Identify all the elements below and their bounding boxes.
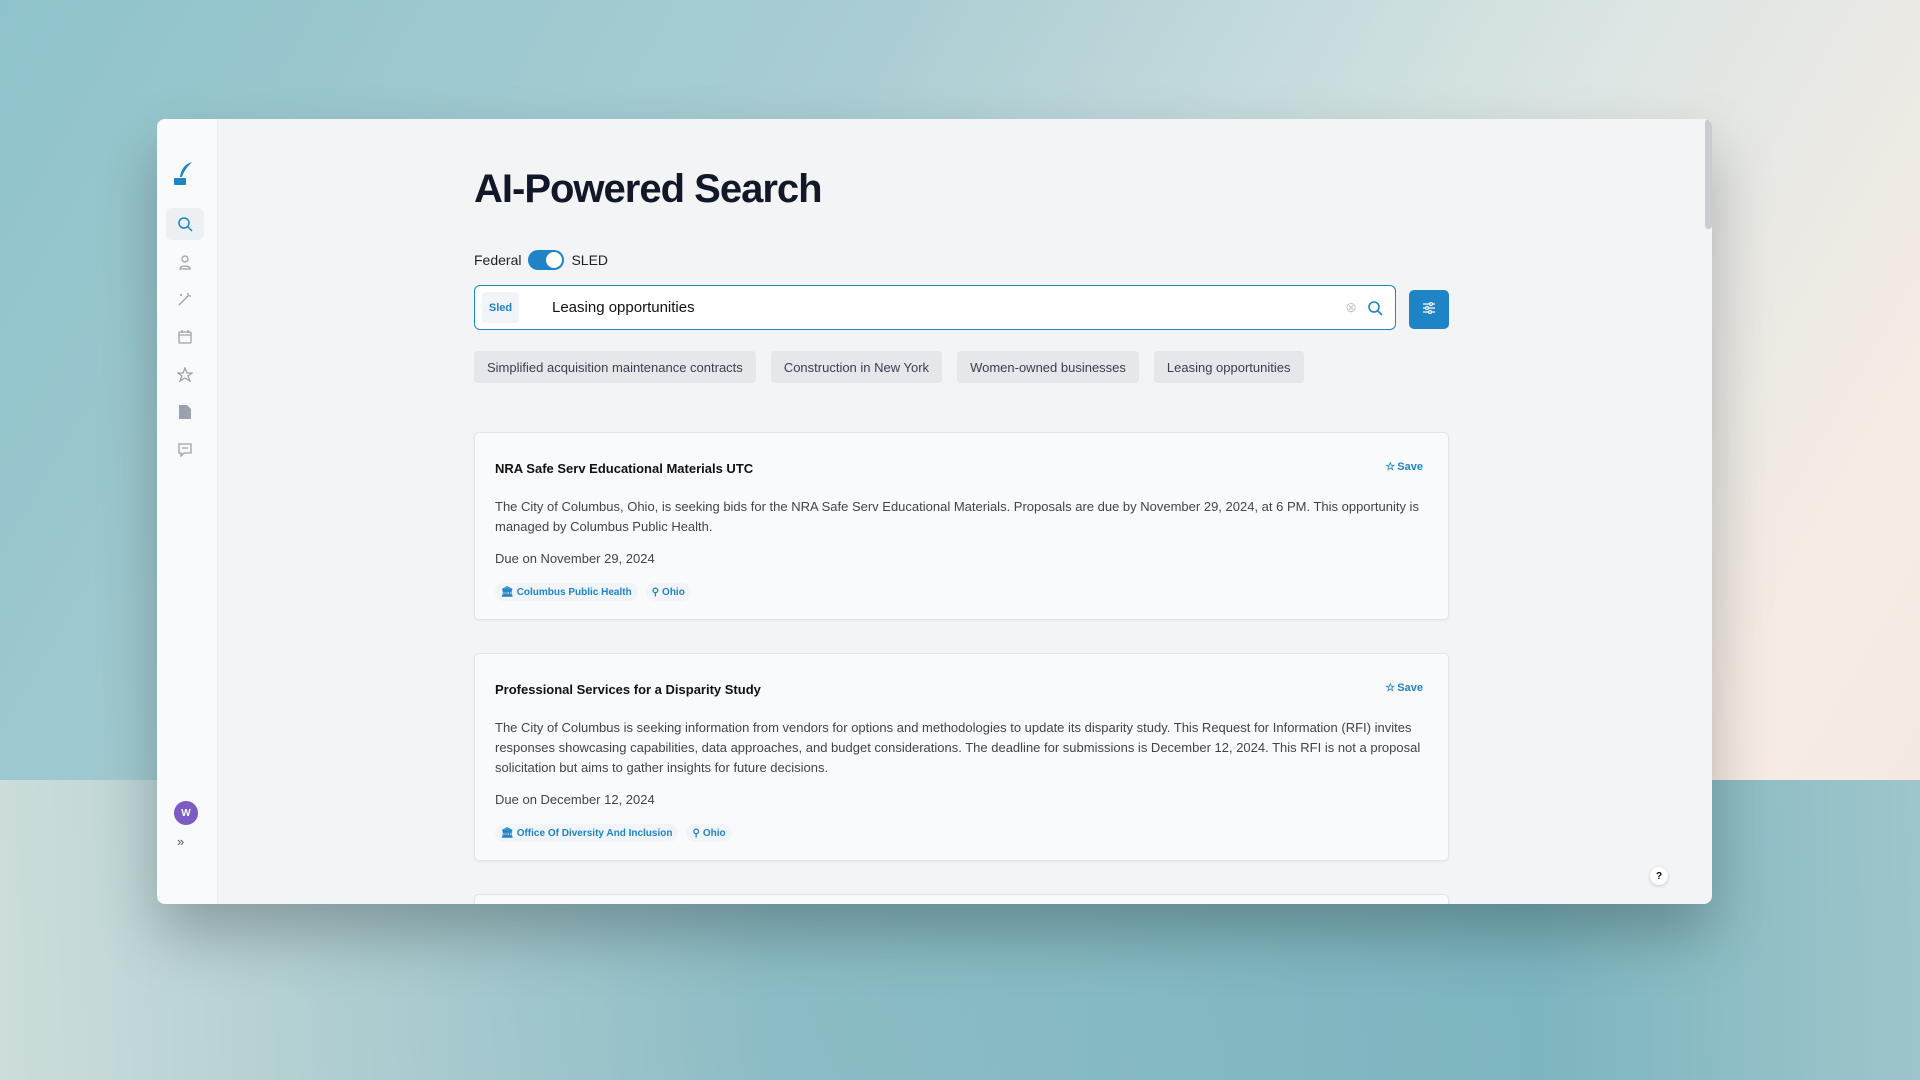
expand-sidebar-icon[interactable]: »: [177, 834, 184, 849]
save-label: Save: [1397, 681, 1423, 694]
location-label: Ohio: [662, 586, 685, 598]
result-description: The City of Columbus, Ohio, is seeking b…: [495, 499, 1419, 534]
result-description: The City of Columbus is seeking informat…: [495, 720, 1421, 775]
location-label: Ohio: [702, 827, 726, 839]
result-card[interactable]: Professional Services for a Disparity St…: [474, 653, 1449, 861]
save-button[interactable]: ☆ Save: [1385, 681, 1423, 695]
sidebar-calendar-icon[interactable]: [166, 321, 204, 353]
suggestion-chips: Simplified acquisition maintenance contr…: [474, 351, 1304, 383]
search-icon[interactable]: [1367, 300, 1383, 316]
suggestion-chip[interactable]: Simplified acquisition maintenance contr…: [474, 351, 756, 383]
star-icon: ☆: [1385, 461, 1396, 473]
filter-button[interactable]: [1409, 290, 1449, 329]
agency-label: Office Of Diversity And Inclusion: [516, 827, 673, 839]
building-icon: 🏛: [501, 586, 514, 598]
sidebar-chat-icon[interactable]: [166, 434, 204, 466]
due-date: Due on November 29, 2024: [495, 551, 655, 566]
building-icon: 🏛: [501, 827, 514, 839]
location-pill[interactable]: ⚲ Ohio: [645, 583, 691, 601]
help-button[interactable]: ?: [1650, 867, 1668, 885]
sliders-icon: [1422, 301, 1436, 319]
result-title[interactable]: Professional Services for a Disparity St…: [495, 682, 761, 697]
clear-icon[interactable]: ⊗: [1345, 299, 1357, 316]
sidebar-user-icon[interactable]: [166, 246, 204, 278]
map-pin-icon: ⚲: [692, 827, 700, 839]
search-bar: Sled ⊗: [474, 285, 1396, 330]
agency-pill[interactable]: 🏛 Columbus Public Health: [495, 583, 638, 601]
save-button[interactable]: ☆ Save: [1385, 460, 1423, 474]
scrollbar[interactable]: [1705, 119, 1712, 229]
map-pin-icon: ⚲: [651, 586, 660, 598]
search-scope-tag: Sled: [482, 292, 519, 323]
page-title: AI-Powered Search: [474, 167, 823, 211]
suggestion-chip[interactable]: Women-owned businesses: [957, 351, 1139, 383]
federal-sled-toggle: Federal SLED: [474, 250, 608, 270]
sidebar-star-icon[interactable]: [166, 359, 204, 391]
result-title[interactable]: NRA Safe Serv Educational Materials UTC: [495, 461, 753, 476]
save-label: Save: [1397, 460, 1423, 473]
due-date: Due on December 12, 2024: [495, 792, 655, 807]
location-pill[interactable]: ⚲ Ohio: [686, 824, 732, 842]
sidebar-magic-wand-icon[interactable]: [166, 283, 204, 315]
result-card[interactable]: NRA Safe Serv Educational Materials UTC …: [474, 432, 1449, 620]
sidebar: W »: [157, 119, 218, 904]
agency-pill[interactable]: 🏛 Office Of Diversity And Inclusion: [495, 824, 679, 842]
sidebar-search-icon[interactable]: [166, 208, 204, 240]
app-window: W » AI-Powered Search Federal SLED Sled …: [157, 119, 1712, 904]
result-card[interactable]: [474, 894, 1449, 904]
suggestion-chip[interactable]: Leasing opportunities: [1153, 351, 1304, 383]
search-input[interactable]: [552, 299, 1346, 316]
suggestion-chip[interactable]: Construction in New York: [770, 351, 943, 383]
toggle-switch[interactable]: [528, 250, 565, 270]
toggle-label-sled: SLED: [571, 252, 609, 268]
agency-label: Columbus Public Health: [516, 586, 632, 598]
quill-logo-icon: [172, 161, 194, 192]
star-icon: ☆: [1385, 682, 1396, 694]
avatar[interactable]: W: [174, 801, 198, 825]
sidebar-document-icon[interactable]: [166, 396, 204, 428]
toggle-label-federal: Federal: [474, 252, 522, 268]
